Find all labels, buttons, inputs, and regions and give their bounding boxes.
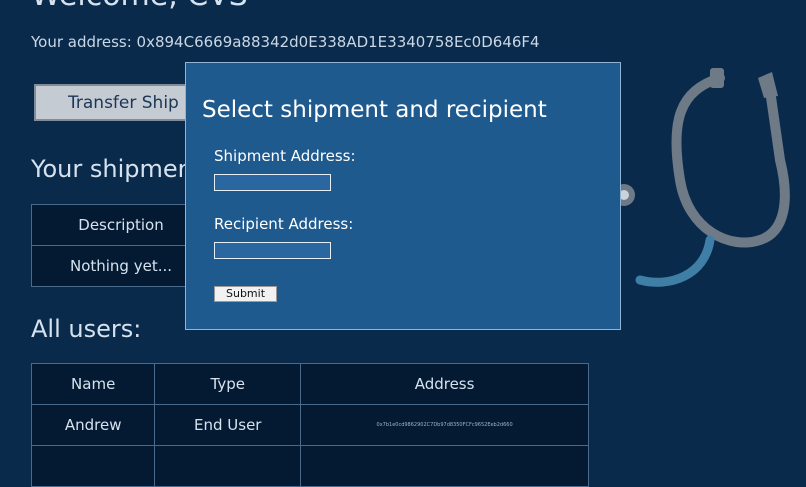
users-heading: All users: <box>31 315 142 343</box>
table-header-row: Name Type Address <box>30 363 589 405</box>
user-name-cell <box>30 445 156 487</box>
column-description: Description <box>31 204 211 246</box>
table-row <box>30 445 589 487</box>
user-type-cell: End User <box>154 404 302 446</box>
column-address: Address <box>300 363 589 405</box>
table-row: Andrew End User 0x7b1e0cd9862902C7Db97d8… <box>30 404 589 446</box>
transfer-shipment-button[interactable]: Transfer Ship <box>34 84 204 121</box>
users-table: Name Type Address Andrew End User 0x7b1e… <box>30 363 589 487</box>
shipments-table: Description Nothing yet... <box>31 204 211 287</box>
user-type-cell <box>154 445 302 487</box>
user-address-cell <box>300 445 589 487</box>
recipient-address-label: Recipient Address: <box>214 215 354 233</box>
column-type: Type <box>154 363 302 405</box>
table-cell: Nothing yet... <box>31 245 211 287</box>
shipment-address-input[interactable] <box>214 174 331 191</box>
modal-title: Select shipment and recipient <box>202 97 547 123</box>
table-header-row: Description <box>31 204 211 246</box>
submit-button[interactable]: Submit <box>214 286 277 302</box>
table-row: Nothing yet... <box>31 245 211 287</box>
welcome-heading: Welcome, CVS <box>31 0 248 13</box>
stethoscope-icon <box>613 68 790 287</box>
shipment-address-label: Shipment Address: <box>214 147 356 165</box>
transfer-modal: Select shipment and recipient Shipment A… <box>185 62 621 330</box>
column-name: Name <box>30 363 156 405</box>
shipments-heading: Your shipmen <box>31 155 193 183</box>
user-address: Your address: 0x894C6669a88342d0E338AD1E… <box>31 33 540 51</box>
user-name-cell: Andrew <box>30 404 156 446</box>
user-address-cell: 0x7b1e0cd9862902C7Db97d8350FCFc9652Eeb2d… <box>300 404 589 446</box>
recipient-address-input[interactable] <box>214 242 331 259</box>
